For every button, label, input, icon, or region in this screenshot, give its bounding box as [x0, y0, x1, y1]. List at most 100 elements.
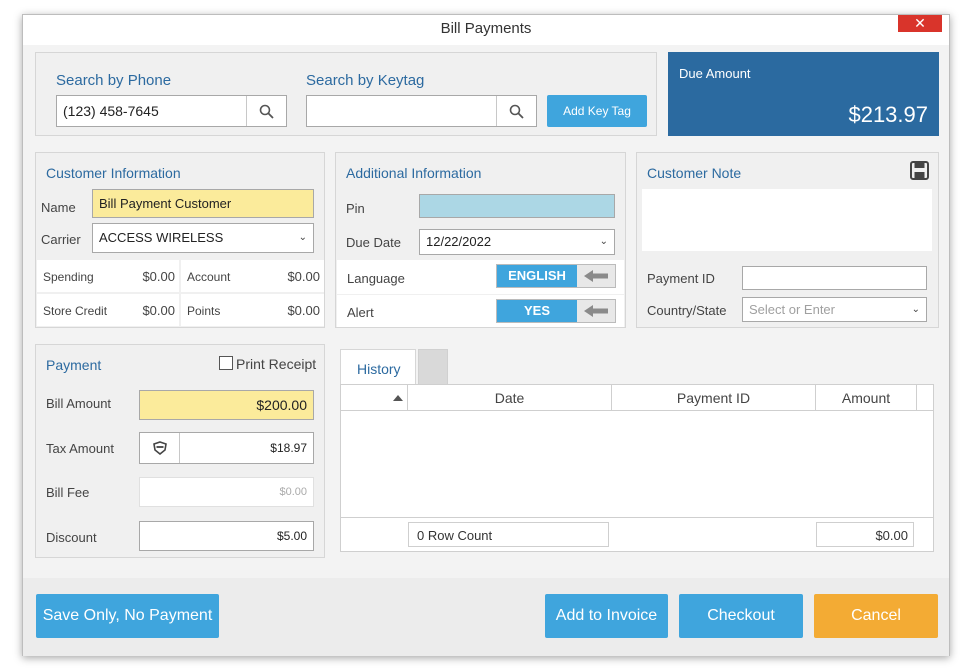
alert-toggle[interactable]: YES	[496, 299, 616, 323]
payment-id-field[interactable]	[742, 266, 927, 290]
country-state-label: Country/State	[647, 303, 727, 318]
bill-amount-field[interactable]: $200.00	[139, 390, 314, 420]
column-header-payment-id[interactable]: Payment ID	[612, 385, 816, 411]
country-state-select[interactable]: Select or Enter ⌄	[742, 297, 927, 322]
phone-search-value: (123) 458-7645	[63, 103, 159, 119]
add-to-invoice-button[interactable]: Add to Invoice	[545, 594, 668, 638]
language-label: Language	[347, 271, 405, 286]
alert-toggle-knob[interactable]	[577, 300, 615, 322]
save-only-button[interactable]: Save Only, No Payment	[36, 594, 219, 638]
points-stat: Points $0.00	[181, 294, 324, 326]
add-key-tag-button[interactable]: Add Key Tag	[547, 95, 647, 127]
discount-field[interactable]: $5.00	[139, 521, 314, 551]
title-bar: Bill Payments ✕	[23, 15, 949, 45]
history-grid-footer: 0 Row Count $0.00	[341, 517, 933, 551]
bill-fee-field[interactable]: $0.00	[139, 477, 314, 507]
discount-label: Discount	[46, 530, 97, 545]
due-amount-panel: Due Amount $213.97	[668, 52, 939, 136]
chevron-down-icon: ⌄	[599, 236, 608, 247]
row-count-text: 0 Row Count	[417, 528, 493, 543]
bill-payments-window: Bill Payments ✕ Search by Phone (123) 45…	[22, 14, 950, 656]
phone-search-input[interactable]: (123) 458-7645	[56, 95, 287, 127]
language-toggle[interactable]: ENGLISH	[496, 264, 616, 288]
tab-history-label: History	[357, 361, 401, 377]
customer-information-title: Customer Information	[46, 165, 181, 181]
search-by-keytag-label: Search by Keytag	[306, 72, 425, 89]
language-toggle-value: ENGLISH	[497, 265, 577, 287]
tax-amount-label: Tax Amount	[46, 441, 114, 456]
discount-value: $5.00	[276, 529, 307, 543]
bill-amount-label: Bill Amount	[46, 396, 112, 411]
checkout-button[interactable]: Checkout	[679, 594, 803, 638]
carrier-label: Carrier	[41, 232, 81, 247]
due-amount-label: Due Amount	[679, 66, 751, 81]
tax-amount-field[interactable]: $18.97	[139, 432, 314, 464]
account-label: Account	[187, 270, 231, 284]
due-date-value: 12/22/2022	[426, 234, 492, 249]
arrow-left-icon	[584, 270, 608, 282]
due-date-picker[interactable]: 12/22/2022 ⌄	[419, 229, 615, 255]
arrow-left-icon	[584, 305, 608, 317]
chevron-down-icon: ⌄	[298, 232, 307, 243]
points-value: $0.00	[287, 303, 320, 318]
search-icon	[509, 104, 524, 119]
language-row: Language ENGLISH	[337, 260, 624, 294]
tab-history[interactable]: History	[340, 349, 416, 385]
customer-name-field[interactable]: Bill Payment Customer	[92, 189, 314, 218]
spending-label: Spending	[43, 270, 94, 284]
keytag-search-input[interactable]	[306, 95, 537, 127]
cancel-button[interactable]: Cancel	[814, 594, 938, 638]
save-icon[interactable]	[910, 161, 929, 180]
payment-title: Payment	[46, 357, 102, 373]
country-state-placeholder: Select or Enter	[749, 302, 835, 317]
keytag-search-button[interactable]	[496, 96, 536, 126]
customer-note-title: Customer Note	[647, 165, 742, 181]
customer-information-panel: Customer Information Name Bill Payment C…	[35, 152, 325, 328]
history-grid: Date Payment ID Amount 0 Row Count $0.00	[340, 384, 934, 552]
due-date-label: Due Date	[346, 235, 401, 250]
customer-note-panel: Customer Note Payment ID Country/State S…	[636, 152, 939, 328]
tab-empty[interactable]	[418, 349, 448, 385]
tax-shield-icon	[153, 441, 167, 455]
close-button[interactable]: ✕	[898, 15, 942, 32]
chevron-down-icon: ⌄	[911, 304, 920, 315]
search-by-phone-label: Search by Phone	[56, 72, 172, 89]
tax-amount-value: $18.97	[270, 441, 307, 455]
customer-name-value: Bill Payment Customer	[99, 196, 232, 211]
additional-information-title: Additional Information	[346, 165, 482, 181]
name-label: Name	[41, 200, 76, 215]
language-toggle-knob[interactable]	[577, 265, 615, 287]
tax-exempt-button[interactable]	[140, 433, 180, 463]
payment-id-label: Payment ID	[647, 271, 715, 286]
store-credit-stat: Store Credit $0.00	[37, 294, 179, 326]
sort-ascending-icon	[393, 395, 403, 401]
search-icon	[259, 104, 274, 119]
alert-toggle-value: YES	[497, 300, 577, 322]
window-title: Bill Payments	[440, 20, 532, 37]
history-grid-body	[341, 412, 933, 518]
additional-information-panel: Additional Information Pin Due Date 12/2…	[335, 152, 626, 328]
pin-field[interactable]	[419, 194, 615, 218]
bill-amount-value: $200.00	[256, 397, 307, 413]
sort-column[interactable]	[341, 385, 408, 411]
print-receipt-label[interactable]: Print Receipt	[236, 356, 316, 372]
column-header-amount[interactable]: Amount	[816, 385, 917, 411]
pin-label: Pin	[346, 201, 365, 216]
alert-row: Alert YES	[337, 295, 624, 327]
customer-note-textarea[interactable]	[642, 189, 932, 251]
history-grid-header: Date Payment ID Amount	[341, 385, 933, 411]
store-credit-value: $0.00	[142, 303, 175, 318]
phone-search-button[interactable]	[246, 96, 286, 126]
search-panel: Search by Phone (123) 458-7645 Search by…	[35, 52, 657, 136]
print-receipt-checkbox[interactable]	[219, 356, 233, 370]
due-amount-value: $213.97	[848, 102, 928, 127]
spending-stat: Spending $0.00	[37, 260, 179, 292]
carrier-value: ACCESS WIRELESS	[99, 230, 224, 245]
account-value: $0.00	[287, 269, 320, 284]
total-amount-value: $0.00	[875, 528, 908, 543]
bill-fee-value: $0.00	[279, 486, 307, 498]
total-amount-box: $0.00	[816, 522, 914, 547]
column-header-date[interactable]: Date	[408, 385, 612, 411]
carrier-select[interactable]: ACCESS WIRELESS ⌄	[92, 223, 314, 253]
store-credit-label: Store Credit	[43, 304, 108, 318]
